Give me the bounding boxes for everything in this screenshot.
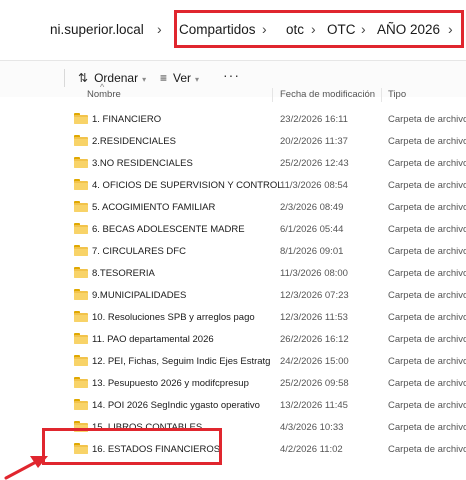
file-type: Carpeta de archivos	[388, 356, 466, 367]
file-type: Carpeta de archivos	[388, 224, 466, 235]
file-row[interactable]: 7. CIRCULARES DFC 8/1/2026 09:01 Carpeta…	[0, 240, 466, 262]
file-type: Carpeta de archivos	[388, 400, 466, 411]
file-name: 11. PAO departamental 2026	[92, 334, 214, 345]
file-modified: 13/2/2026 11:45	[280, 400, 348, 411]
file-row[interactable]: 10. Resoluciones SPB y arreglos pago 12/…	[0, 306, 466, 328]
file-modified: 6/1/2026 05:44	[280, 224, 344, 235]
file-name: 4. OFICIOS DE SUPERVISION Y CONTROL	[92, 180, 283, 191]
file-type: Carpeta de archivos	[388, 422, 466, 433]
file-row[interactable]: 2.RESIDENCIALES 20/2/2026 11:37 Carpeta …	[0, 130, 466, 152]
file-name: 3.NO RESIDENCIALES	[92, 158, 193, 169]
column-header-modified[interactable]: Fecha de modificación	[280, 89, 375, 100]
file-modified: 25/2/2026 09:58	[280, 378, 349, 389]
file-name: 10. Resoluciones SPB y arreglos pago	[92, 312, 255, 323]
file-name: 9.MUNICIPALIDADES	[92, 290, 187, 301]
file-row[interactable]: 6. BECAS ADOLESCENTE MADRE 6/1/2026 05:4…	[0, 218, 466, 240]
file-name: 13. Pesupuesto 2026 y modifcpresup	[92, 378, 249, 389]
column-divider[interactable]	[381, 88, 382, 102]
file-row[interactable]: 5. ACOGIMIENTO FAMILIAR 2/3/2026 08:49 C…	[0, 196, 466, 218]
file-row[interactable]: 11. PAO departamental 2026 26/2/2026 16:…	[0, 328, 466, 350]
annotation-arrow-icon	[4, 456, 48, 480]
file-type: Carpeta de archivos	[388, 290, 466, 301]
file-modified: 20/2/2026 11:37	[280, 136, 348, 147]
folder-icon	[74, 377, 88, 388]
column-divider[interactable]	[272, 88, 273, 102]
folder-icon	[74, 267, 88, 278]
file-type: Carpeta de archivos	[388, 246, 466, 257]
folder-icon	[74, 157, 88, 168]
folder-icon	[74, 355, 88, 366]
file-type: Carpeta de archivos	[388, 158, 466, 169]
breadcrumb-highlight-box	[174, 10, 464, 48]
file-modified: 11/3/2026 08:54	[280, 180, 348, 191]
file-type: Carpeta de archivos	[388, 114, 466, 125]
folder-icon	[74, 135, 88, 146]
file-type: Carpeta de archivos	[388, 180, 466, 191]
folder-icon	[74, 311, 88, 322]
file-type: Carpeta de archivos	[388, 444, 466, 455]
column-header-name[interactable]: Nombre	[87, 89, 121, 100]
file-type: Carpeta de archivos	[388, 334, 466, 345]
file-modified: 23/2/2026 16:11	[280, 114, 348, 125]
file-type: Carpeta de archivos	[388, 202, 466, 213]
file-row[interactable]: 12. PEI, Fichas, Seguim Indic Ejes Estra…	[0, 350, 466, 372]
file-name: 2.RESIDENCIALES	[92, 136, 176, 147]
file-name: 7. CIRCULARES DFC	[92, 246, 186, 257]
file-modified: 12/3/2026 07:23	[280, 290, 349, 301]
file-type: Carpeta de archivos	[388, 312, 466, 323]
file-row[interactable]: 4. OFICIOS DE SUPERVISION Y CONTROL 11/3…	[0, 174, 466, 196]
folder-icon	[74, 289, 88, 300]
file-row[interactable]: 13. Pesupuesto 2026 y modifcpresup 25/2/…	[0, 372, 466, 394]
address-bar[interactable]: ni.superior.local › Compartidos › otc › …	[0, 0, 466, 60]
folder-icon	[74, 179, 88, 190]
row-highlight-box	[42, 428, 222, 465]
file-modified: 4/2/2026 11:02	[280, 444, 343, 455]
file-name: 12. PEI, Fichas, Seguim Indic Ejes Estra…	[92, 356, 271, 367]
file-row[interactable]: 14. POI 2026 SegIndic ygasto operativo 1…	[0, 394, 466, 416]
folder-icon	[74, 399, 88, 410]
more-options-button[interactable]: ···	[223, 67, 240, 83]
file-name: 1. FINANCIERO	[92, 114, 162, 125]
file-type: Carpeta de archivos	[388, 378, 466, 389]
column-header-type[interactable]: Tipo	[388, 89, 406, 100]
file-modified: 26/2/2026 16:12	[280, 334, 349, 345]
folder-icon	[74, 333, 88, 344]
file-modified: 12/3/2026 11:53	[280, 312, 348, 323]
file-row[interactable]: 9.MUNICIPALIDADES 12/3/2026 07:23 Carpet…	[0, 284, 466, 306]
file-row[interactable]: 8.TESORERIA 11/3/2026 08:00 Carpeta de a…	[0, 262, 466, 284]
file-modified: 24/2/2026 15:00	[280, 356, 349, 367]
file-row[interactable]: 3.NO RESIDENCIALES 25/2/2026 12:43 Carpe…	[0, 152, 466, 174]
file-modified: 2/3/2026 08:49	[280, 202, 344, 213]
folder-icon	[74, 113, 88, 124]
file-row[interactable]: 1. FINANCIERO 23/2/2026 16:11 Carpeta de…	[0, 108, 466, 130]
file-name: 5. ACOGIMIENTO FAMILIAR	[92, 202, 216, 213]
file-name: 14. POI 2026 SegIndic ygasto operativo	[92, 400, 260, 411]
file-modified: 4/3/2026 10:33	[280, 422, 344, 433]
file-name: 6. BECAS ADOLESCENTE MADRE	[92, 224, 245, 235]
file-type: Carpeta de archivos	[388, 268, 466, 279]
file-modified: 11/3/2026 08:00	[280, 268, 348, 279]
folder-icon	[74, 201, 88, 212]
file-name: 8.TESORERIA	[92, 268, 155, 279]
breadcrumb-item-server[interactable]: ni.superior.local	[50, 22, 144, 37]
folder-icon	[74, 245, 88, 256]
file-type: Carpeta de archivos	[388, 136, 466, 147]
file-modified: 25/2/2026 12:43	[280, 158, 349, 169]
breadcrumb-separator-icon: ›	[157, 21, 162, 37]
file-modified: 8/1/2026 09:01	[280, 246, 344, 257]
folder-icon	[74, 223, 88, 234]
column-header-row: ^ Nombre Fecha de modificación Tipo	[0, 82, 466, 106]
